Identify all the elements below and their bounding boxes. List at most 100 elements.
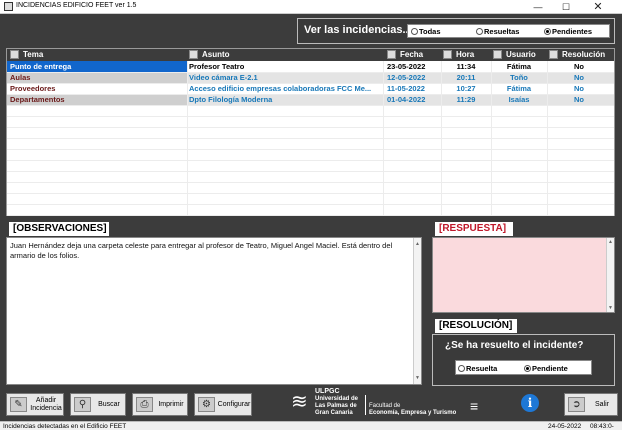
- exit-button[interactable]: ➲ Salir: [564, 393, 618, 416]
- column-header-tema[interactable]: Tema: [10, 50, 43, 59]
- cell-usuario: Fátima: [506, 84, 532, 93]
- status-time: 08:43:0-: [590, 423, 614, 430]
- row-divider: [7, 193, 614, 194]
- observaciones-textarea[interactable]: Juan Hernández deja una carpeta celeste …: [6, 237, 422, 385]
- table-row[interactable]: Proveedores Acceso edificio empresas cola…: [7, 83, 614, 94]
- pencil-icon: [189, 50, 198, 59]
- row-divider: [7, 215, 614, 216]
- filter-panel: Ver las incidencias... Todas Resueltas P…: [297, 18, 615, 44]
- scroll-up-icon[interactable]: ▲: [415, 239, 420, 249]
- respuesta-textarea[interactable]: ▲ ▼: [432, 237, 615, 313]
- resolucion-option-pendiente[interactable]: Pendiente: [524, 364, 568, 373]
- filter-radio-group: Todas Resueltas Pendientes: [407, 24, 610, 38]
- incidents-table: Tema Asunto Fecha Hora Usuario Resolució…: [6, 48, 615, 216]
- cell-hora: 10:27: [456, 84, 476, 93]
- radio-icon: [411, 28, 418, 35]
- cell-resolucion: No: [574, 73, 584, 82]
- add-document-icon: ✎: [10, 397, 27, 412]
- row-divider: [7, 160, 614, 161]
- filter-option-pendientes[interactable]: Pendientes: [544, 27, 592, 36]
- cell-hora: 20:11: [456, 73, 476, 82]
- observaciones-label: [OBSERVACIONES]: [9, 222, 109, 236]
- resolucion-panel: ¿Se ha resuelto el incidente? Resuelta P…: [432, 334, 615, 386]
- column-header-asunto[interactable]: Asunto: [189, 50, 230, 59]
- radio-icon: [458, 365, 465, 372]
- observaciones-text: Juan Hernández deja una carpeta celeste …: [10, 241, 393, 260]
- observaciones-scrollbar[interactable]: ▲ ▼: [413, 238, 421, 384]
- cell-asunto: Dpto Filología Moderna: [189, 95, 273, 104]
- table-row[interactable]: Departamentos Dpto Filología Moderna 01-04…: [7, 94, 614, 105]
- column-header-resolucion[interactable]: Resolución: [549, 50, 605, 59]
- info-icon[interactable]: i: [521, 394, 539, 412]
- row-divider: [7, 105, 614, 106]
- row-divider: [7, 171, 614, 172]
- resolucion-option-resuelta[interactable]: Resuelta: [458, 364, 497, 373]
- close-button[interactable]: ✕: [586, 0, 610, 14]
- resolucion-question: ¿Se ha resuelto el incidente?: [445, 340, 584, 351]
- cell-asunto: Profesor Teatro: [189, 62, 245, 71]
- cell-usuario: Toño: [510, 73, 528, 82]
- cell-asunto: Video cámara E-2.1: [189, 73, 258, 82]
- cell-tema: Aulas: [7, 72, 187, 83]
- radio-selected-icon: [524, 365, 531, 372]
- calendar-icon: [387, 50, 396, 59]
- row-divider: [7, 149, 614, 150]
- row-divider: [7, 94, 614, 95]
- search-button[interactable]: ⚲ Buscar: [70, 393, 126, 416]
- exit-door-icon: ➲: [568, 397, 585, 412]
- radio-selected-icon: [544, 28, 551, 35]
- title-bar: INCIDENCIAS EDIFICIO FEET ver 1.5 — ☐ ✕: [0, 0, 622, 14]
- scroll-down-icon[interactable]: ▼: [415, 373, 420, 383]
- resolucion-radio-group: Resuelta Pendiente: [455, 360, 592, 375]
- app-icon: [4, 2, 13, 11]
- user-icon: [493, 50, 502, 59]
- cell-tema: Departamentos: [7, 94, 187, 105]
- cell-fecha: 01-04-2022: [387, 95, 426, 104]
- status-date: 24-05-2022: [548, 423, 582, 430]
- search-icon: ⚲: [74, 397, 91, 412]
- row-divider: [7, 182, 614, 183]
- gear-icon: ⚙: [198, 397, 215, 412]
- cell-fecha: 23-05-2022: [387, 62, 426, 71]
- cell-resolucion: No: [574, 95, 584, 104]
- scroll-down-icon[interactable]: ▼: [608, 305, 613, 311]
- status-bar: Incidencias detectadas en el Edificio FE…: [0, 421, 622, 430]
- resolucion-label: [RESOLUCIÓN]: [435, 319, 517, 333]
- window-title: INCIDENCIAS EDIFICIO FEET ver 1.5: [16, 2, 137, 9]
- table-row[interactable]: Aulas Video cámara E-2.1 12-05-2022 20:11 To…: [7, 72, 614, 83]
- cell-tema: Punto de entrega: [7, 61, 187, 72]
- row-divider: [7, 83, 614, 84]
- scroll-up-icon[interactable]: ▲: [608, 239, 613, 245]
- cell-hora: 11:34: [456, 62, 476, 71]
- respuesta-scrollbar[interactable]: ▲ ▼: [606, 238, 614, 312]
- row-divider: [7, 72, 614, 73]
- cell-hora: 11:29: [456, 95, 476, 104]
- maximize-button[interactable]: ☐: [554, 0, 578, 14]
- respuesta-label: [RESPUESTA]: [435, 222, 513, 236]
- topic-icon: [10, 50, 19, 59]
- configure-button[interactable]: ⚙ Configurar: [194, 393, 252, 416]
- row-divider: [7, 204, 614, 205]
- column-header-fecha[interactable]: Fecha: [387, 50, 423, 59]
- add-incident-button[interactable]: ✎ Añadir Incidencia: [6, 393, 64, 416]
- minimize-button[interactable]: —: [526, 0, 550, 14]
- filter-label: Ver las incidencias...: [304, 24, 412, 36]
- table-row[interactable]: Punto de entrega Profesor Teatro 23-05-202…: [7, 61, 614, 72]
- row-divider: [7, 116, 614, 117]
- cell-resolucion: No: [574, 84, 584, 93]
- filter-option-resueltas[interactable]: Resueltas: [476, 27, 519, 36]
- cell-asunto: Acceso edificio empresas colaboradoras F…: [189, 84, 372, 93]
- column-header-usuario[interactable]: Usuario: [493, 50, 536, 59]
- filter-option-todas[interactable]: Todas: [411, 27, 441, 36]
- column-header-hora[interactable]: Hora: [443, 50, 474, 59]
- print-button[interactable]: ⎙ Imprimir: [132, 393, 188, 416]
- row-divider: [7, 138, 614, 139]
- printer-icon: ⎙: [136, 397, 153, 412]
- cell-usuario: Fátima: [506, 62, 532, 71]
- cell-resolucion: No: [574, 62, 584, 71]
- radio-icon: [476, 28, 483, 35]
- cell-fecha: 12-05-2022: [387, 73, 426, 82]
- check-icon: [549, 50, 558, 59]
- cell-tema: Proveedores: [7, 83, 187, 94]
- ulpgc-emblem-icon: ≋: [291, 391, 308, 413]
